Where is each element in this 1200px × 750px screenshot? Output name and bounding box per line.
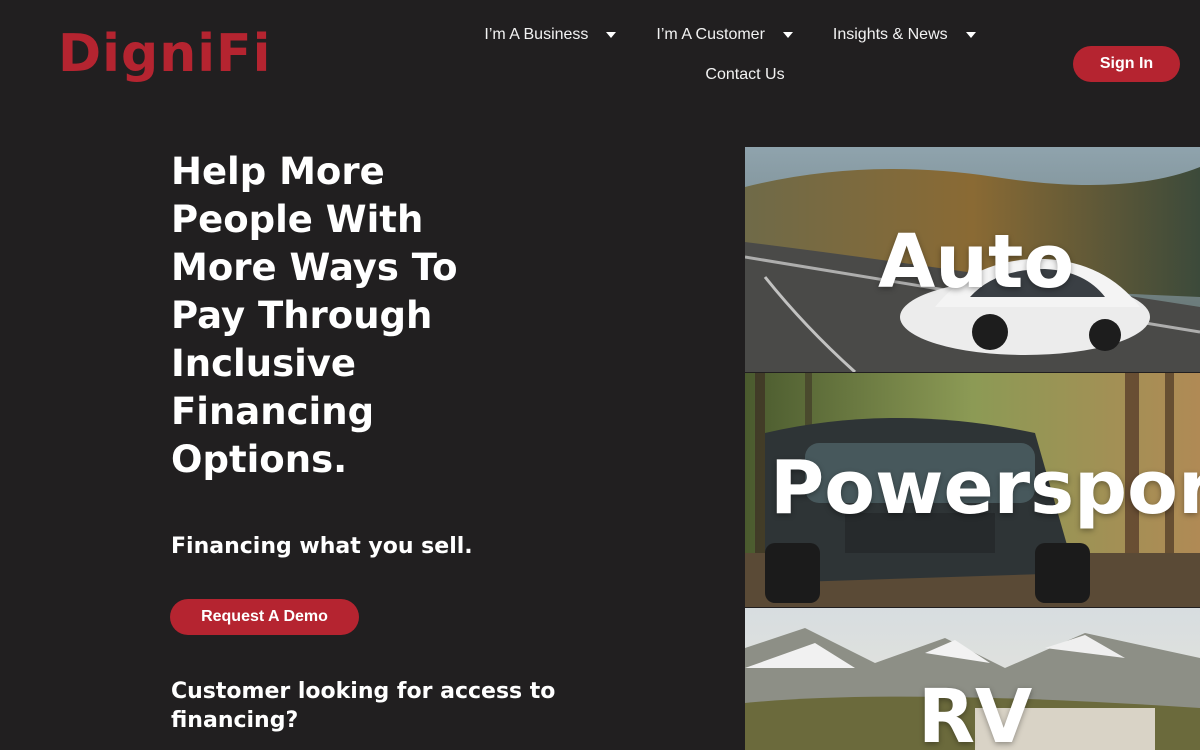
category-label-auto: Auto — [878, 219, 1075, 305]
main-nav: I’m A Business I’m A Customer Insights &… — [440, 18, 1020, 92]
nav-item-label: Insights & News — [832, 26, 948, 43]
chevron-down-icon — [606, 32, 617, 38]
hero-subtitle: Financing what you sell. — [171, 534, 473, 559]
category-tile-rv[interactable]: RV — [745, 608, 1200, 750]
dignifi-logo[interactable]: DigniFi — [58, 28, 271, 80]
nav-item-label: I’m A Business — [484, 26, 589, 43]
category-label-powersports: Powersports — [770, 445, 1200, 531]
nav-item-business[interactable]: I’m A Business — [464, 18, 636, 52]
customer-question: Customer looking for access to financing… — [171, 679, 556, 733]
request-demo-button[interactable]: Request A Demo — [170, 599, 359, 635]
nav-item-customer[interactable]: I’m A Customer — [636, 18, 812, 52]
chevron-down-icon — [965, 32, 976, 38]
hero-title: Help More People With More Ways To Pay T… — [171, 150, 458, 481]
sign-in-button[interactable]: Sign In — [1073, 46, 1180, 82]
category-tile-auto[interactable]: Auto — [745, 147, 1200, 372]
nav-item-label: Contact Us — [705, 66, 785, 83]
page: DigniFi I’m A Business I’m A Customer In… — [0, 0, 1200, 750]
category-label-rv: RV — [918, 674, 1033, 750]
category-tile-powersports[interactable]: Powersports — [745, 373, 1200, 607]
nav-item-insights[interactable]: Insights & News — [813, 18, 996, 52]
nav-item-contact[interactable]: Contact Us — [685, 58, 804, 92]
chevron-down-icon — [782, 32, 793, 38]
nav-item-label: I’m A Customer — [656, 26, 765, 43]
